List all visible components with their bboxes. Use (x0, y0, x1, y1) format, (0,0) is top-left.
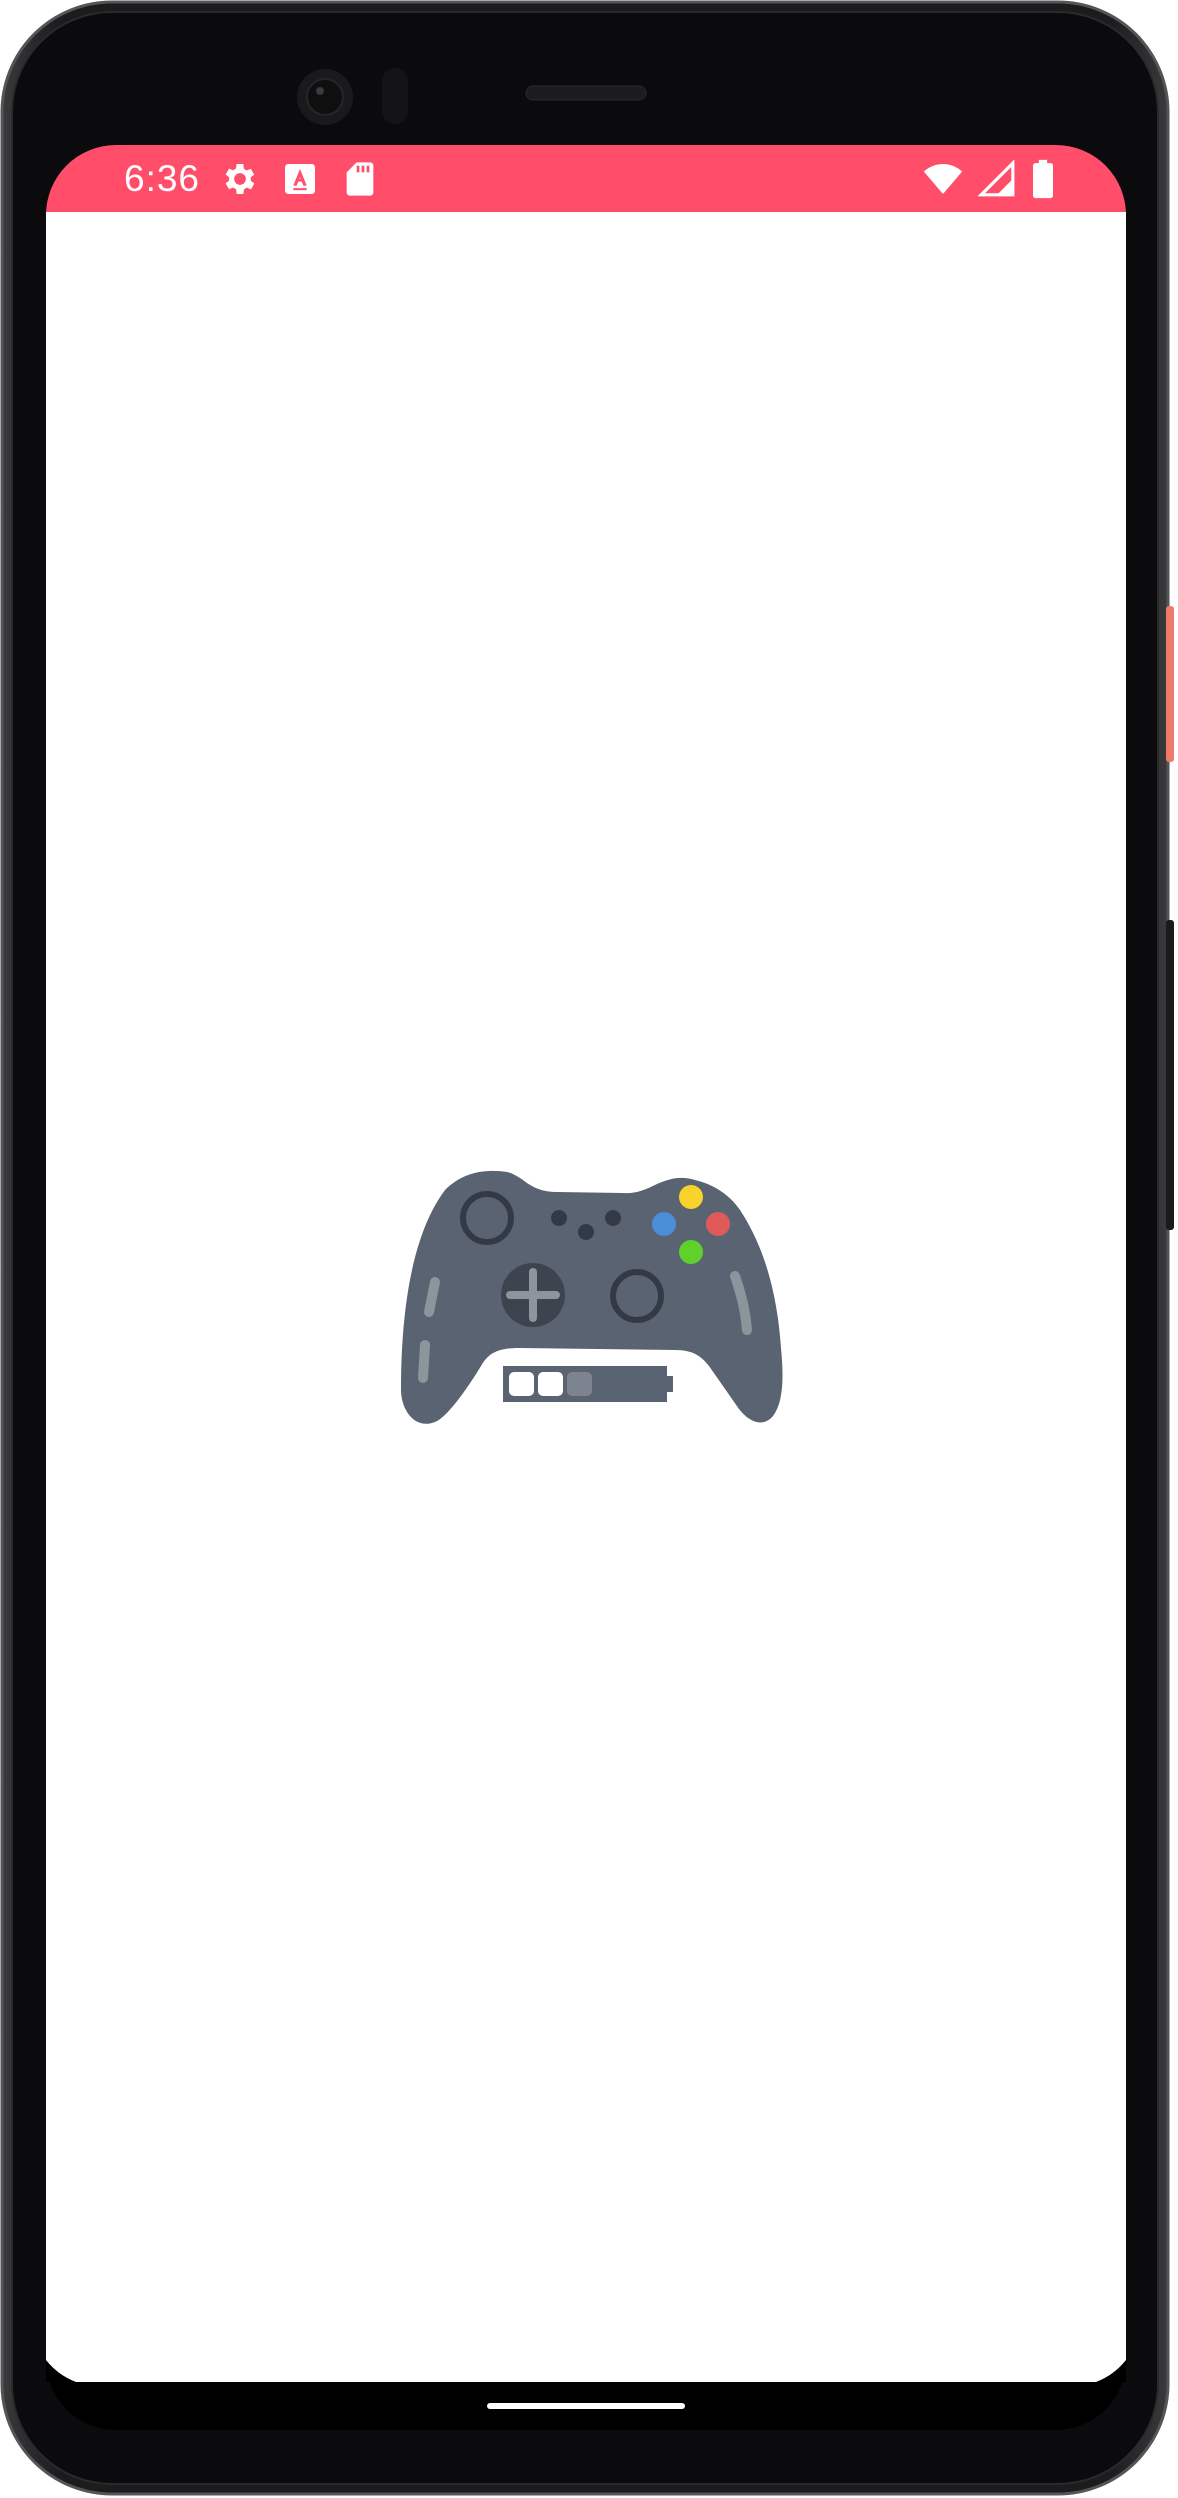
side-accent-button (1166, 606, 1174, 762)
battery-cell-3 (567, 1372, 592, 1396)
left-grip-line-2 (418, 1340, 430, 1383)
status-left: 6:36 (124, 145, 380, 212)
guide-button (578, 1224, 594, 1240)
sd-card-icon (346, 161, 374, 196)
side-volume-button (1166, 920, 1174, 1230)
earpiece (525, 85, 647, 101)
battery-cell-1 (509, 1372, 534, 1396)
green-button (679, 1240, 703, 1264)
red-button (706, 1212, 730, 1236)
clock-time: 6:36 (124, 157, 201, 199)
battery-indicator (503, 1366, 673, 1402)
game-controller-icon (401, 1170, 783, 1424)
blue-button (652, 1212, 676, 1236)
left-grip-line-1 (424, 1277, 440, 1317)
battery-cell-2 (538, 1372, 563, 1396)
view-button (551, 1210, 567, 1226)
wifi-icon (923, 163, 963, 194)
yellow-button (679, 1185, 703, 1209)
front-camera (297, 69, 353, 125)
text-a-icon (285, 163, 316, 194)
dpad-horizontal (506, 1291, 560, 1299)
home-gesture-handle[interactable] (487, 2403, 685, 2409)
phone-screen: 6:36 (0, 0, 1178, 2498)
gear-icon (225, 163, 255, 194)
signal-icon (978, 159, 1015, 196)
status-right (922, 145, 1056, 212)
status-bar: 6:36 (46, 145, 1126, 212)
battery-icon (1033, 159, 1053, 198)
sensor (382, 68, 408, 124)
menu-button (605, 1210, 621, 1226)
